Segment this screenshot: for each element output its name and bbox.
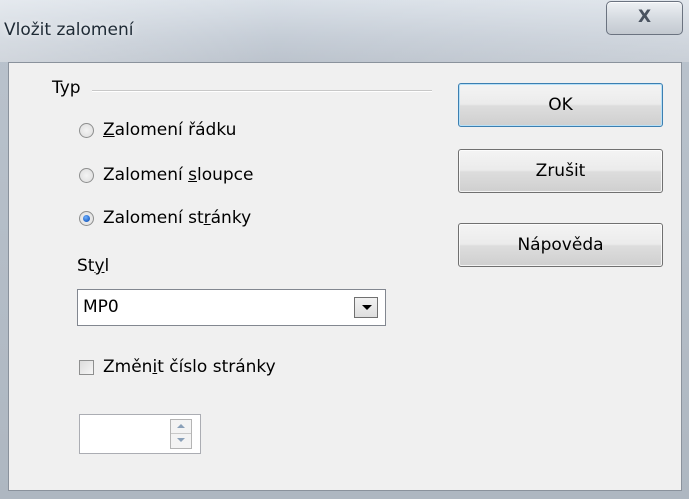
change-page-number-option[interactable]: Změnit číslo stránky — [79, 355, 276, 379]
type-group-label: Typ — [52, 78, 85, 98]
help-button[interactable]: Nápověda — [458, 223, 663, 267]
ok-button[interactable]: OK — [458, 83, 663, 127]
cancel-button[interactable]: Zrušit — [458, 149, 663, 193]
close-icon: X — [637, 7, 652, 27]
group-divider — [92, 90, 432, 92]
spin-up-button[interactable] — [171, 420, 191, 434]
radio-page-break[interactable]: Zalomení stránky — [79, 206, 251, 230]
radio-label-column-break: Zalomení sloupce — [103, 165, 254, 185]
style-dropdown-value: MP0 — [83, 297, 119, 317]
radio-button-selected[interactable] — [79, 210, 94, 226]
dropdown-arrow-button[interactable] — [354, 297, 378, 318]
radio-line-break[interactable]: Zalomení řádku — [79, 118, 236, 142]
page-number-spinbox[interactable] — [79, 414, 201, 454]
title-bar: Vložit zalomení X — [0, 0, 689, 62]
dialog-window: Vložit zalomení X Typ Zalomení řádku Zal… — [0, 0, 689, 499]
close-button[interactable]: X — [606, 1, 683, 35]
window-title: Vložit zalomení — [4, 20, 134, 40]
arrow-up-icon — [177, 424, 185, 428]
style-label: Styl — [77, 256, 110, 276]
style-dropdown[interactable]: MP0 — [77, 289, 386, 326]
radio-label-page-break: Zalomení stránky — [103, 208, 252, 228]
radio-button[interactable] — [79, 122, 94, 138]
spin-down-button[interactable] — [171, 434, 191, 448]
spin-buttons — [170, 419, 192, 449]
arrow-down-icon — [177, 438, 185, 442]
change-page-number-label: Změnit číslo stránky — [103, 357, 276, 377]
chevron-down-icon — [362, 305, 372, 310]
radio-column-break[interactable]: Zalomení sloupce — [79, 163, 253, 187]
radio-label-line-break: Zalomení řádku — [103, 120, 237, 140]
change-page-number-checkbox[interactable] — [79, 359, 94, 375]
radio-button[interactable] — [79, 167, 94, 183]
